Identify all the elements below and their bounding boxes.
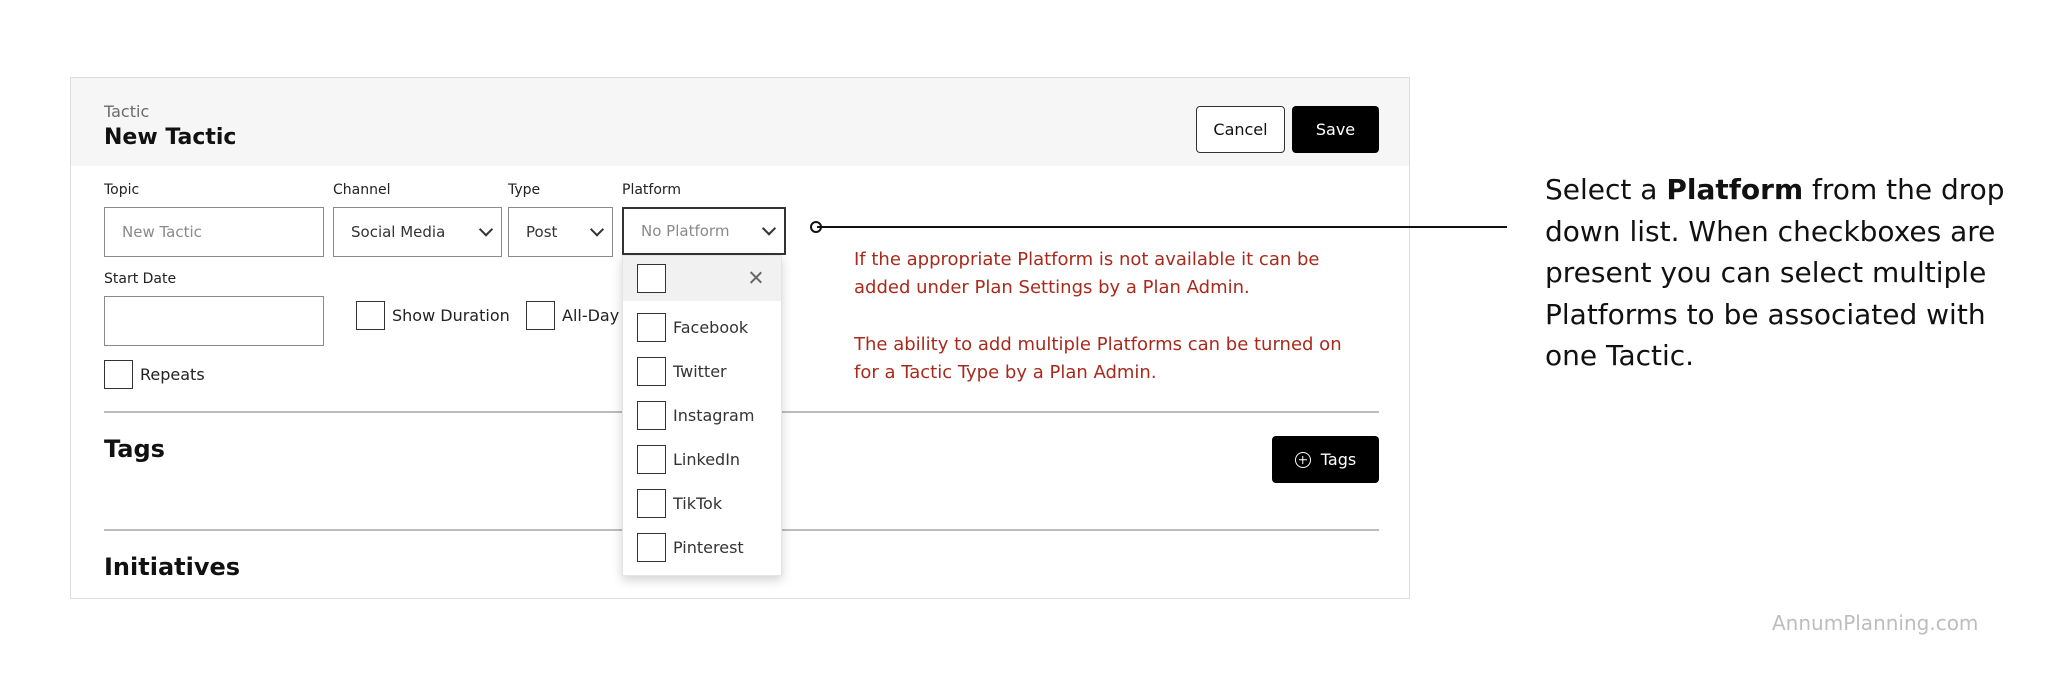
initiatives-section-title: Initiatives xyxy=(104,553,241,581)
start-date-label: Start Date xyxy=(104,271,177,287)
topic-input[interactable]: New Tactic xyxy=(104,207,324,257)
channel-label: Channel xyxy=(333,182,391,198)
cancel-button[interactable]: Cancel xyxy=(1196,106,1285,153)
connector-line xyxy=(817,226,1507,228)
platform-value: No Platform xyxy=(641,222,730,240)
option-label: Instagram xyxy=(673,406,755,425)
panel-eyebrow: Tactic xyxy=(104,102,150,121)
all-day-label: All-Day xyxy=(562,306,620,325)
type-label: Type xyxy=(508,182,541,198)
add-tags-label: Tags xyxy=(1320,450,1357,469)
type-value: Post xyxy=(526,223,558,241)
chevron-down-icon xyxy=(589,222,605,237)
callout-prefix: Select a xyxy=(1545,173,1667,206)
show-duration-checkbox[interactable] xyxy=(356,301,385,330)
save-button[interactable]: Save xyxy=(1292,106,1379,153)
platform-dropdown: Facebook Twitter Instagram LinkedIn TikT… xyxy=(622,255,782,576)
option-label: Twitter xyxy=(673,362,727,381)
topic-placeholder: New Tactic xyxy=(122,223,202,241)
chevron-down-icon xyxy=(478,222,494,237)
repeats-label: Repeats xyxy=(140,365,205,384)
select-all-checkbox[interactable] xyxy=(637,264,666,293)
panel-header: Tactic New Tactic Cancel Save xyxy=(71,78,1409,166)
type-select[interactable]: Post xyxy=(508,207,613,257)
option-checkbox[interactable] xyxy=(637,533,666,562)
option-checkbox[interactable] xyxy=(637,401,666,430)
multiple-platforms-note: The ability to add multiple Platforms ca… xyxy=(854,334,1342,383)
option-checkbox[interactable] xyxy=(637,489,666,518)
chevron-down-icon xyxy=(761,221,777,236)
add-tags-button[interactable]: Tags xyxy=(1272,436,1379,483)
plus-circle-icon xyxy=(1294,451,1311,468)
platform-availability-note: If the appropriate Platform is not avail… xyxy=(854,249,1320,298)
callout-emphasis: Platform xyxy=(1666,173,1804,206)
all-day-checkbox[interactable] xyxy=(526,301,555,330)
callout-text: Select a Platform from the drop down lis… xyxy=(1545,169,2015,377)
option-checkbox[interactable] xyxy=(637,357,666,386)
option-label: LinkedIn xyxy=(673,450,741,469)
close-icon[interactable] xyxy=(746,268,766,288)
start-date-input[interactable] xyxy=(104,296,324,346)
brand-watermark: AnnumPlanning.com xyxy=(1772,611,1979,635)
dropdown-header xyxy=(623,256,781,301)
show-duration-label: Show Duration xyxy=(392,306,510,325)
platform-select[interactable]: No Platform xyxy=(622,207,786,255)
option-label: Pinterest xyxy=(673,538,744,557)
platform-label: Platform xyxy=(622,182,682,198)
option-label: TikTok xyxy=(673,494,723,513)
option-label: Facebook xyxy=(673,318,749,337)
tags-section-title: Tags xyxy=(104,435,165,463)
option-checkbox[interactable] xyxy=(637,445,666,474)
option-checkbox[interactable] xyxy=(637,313,666,342)
topic-label: Topic xyxy=(104,182,140,198)
channel-value: Social Media xyxy=(351,223,446,241)
repeats-checkbox[interactable] xyxy=(104,360,133,389)
page-title: New Tactic xyxy=(104,125,237,150)
channel-select[interactable]: Social Media xyxy=(333,207,502,257)
